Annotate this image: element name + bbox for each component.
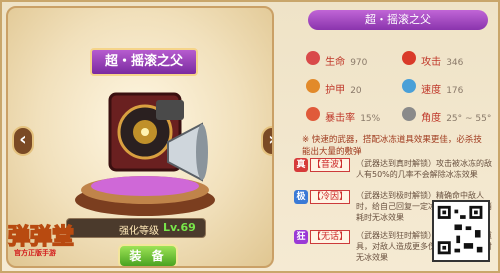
crit-icon: [306, 107, 320, 121]
skill-name: 【音波】: [310, 158, 350, 172]
skill-tag: 狂: [294, 230, 308, 244]
skill-name: 【无话】: [310, 230, 350, 244]
weapon-description: ※ 快速的武器，搭配冰冻道具效果更佳，必杀技能出大量的敷弹: [302, 135, 482, 157]
attack-icon: [402, 51, 416, 65]
stats-title: 超・摇滚之父: [308, 10, 488, 30]
stat-angle: 角度 25° ~ 55°: [402, 106, 491, 125]
skill-tag: 极: [294, 190, 308, 204]
weapon-title: 超・摇滚之父: [90, 48, 198, 76]
equip-button[interactable]: 装 备: [118, 244, 178, 266]
hp-icon: [306, 51, 320, 65]
weapon-image: [108, 92, 208, 182]
enhance-level-label: 强化等级: [119, 226, 159, 237]
stat-hp: 生命 970: [306, 50, 367, 69]
qr-code: [432, 200, 490, 262]
stat-armor: 护甲 20: [306, 78, 362, 97]
logo-subtitle: 官方正版手游: [14, 249, 56, 257]
skill-name: 【冷因】: [310, 190, 350, 204]
chevron-left-icon: ‹: [19, 129, 27, 150]
stat-crit: 暴击率 15%: [306, 106, 380, 125]
stat-speed: 速度 176: [402, 78, 463, 97]
enhance-level-value: Lv.69: [163, 221, 196, 234]
skill-desc: （武器达到真时解锁）攻击被冰冻的敌人有50%的几率不会解除冰冻效果: [356, 159, 492, 179]
next-arrow-button[interactable]: ›: [261, 126, 272, 156]
angle-icon: [402, 107, 416, 121]
chevron-right-icon: ›: [268, 129, 272, 150]
stat-attack: 攻击 346: [402, 50, 463, 69]
svg-text:弹弹堂: 弹弹堂: [8, 225, 74, 250]
speed-icon: [402, 79, 416, 93]
skill-tag: 真: [294, 158, 308, 172]
armor-icon: [306, 79, 320, 93]
prev-arrow-button[interactable]: ‹: [12, 126, 34, 156]
enhance-level-bar: 强化等级 Lv.69: [66, 218, 206, 238]
